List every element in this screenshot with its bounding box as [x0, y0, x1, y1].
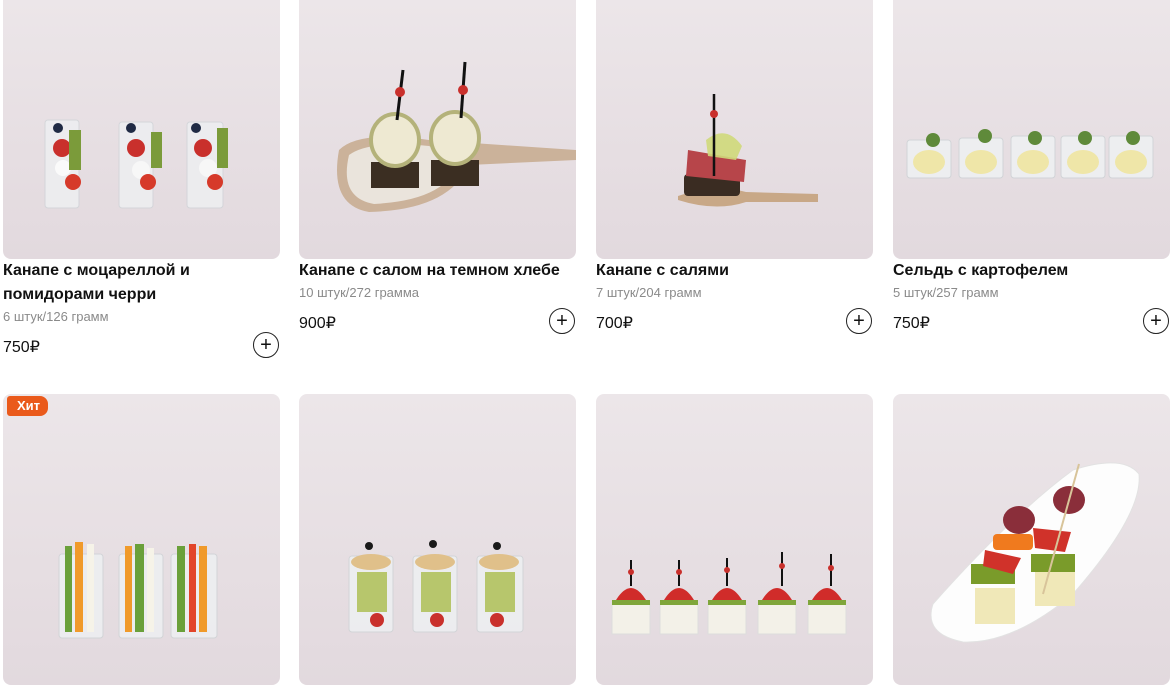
product-photo[interactable] [299, 394, 576, 685]
vegetable-sticks-image [58, 542, 218, 639]
product-title: Канапе с салями [596, 262, 729, 279]
strawberry-canape-image [611, 552, 847, 635]
plus-icon: + [556, 310, 568, 332]
product-price: 750₽ [3, 339, 40, 356]
product-photo[interactable] [596, 394, 873, 685]
product-card[interactable]: Сельдь с картофелем 5 штук/257 грамм 750… [893, 0, 1170, 338]
product-photo[interactable]: Хит [3, 394, 280, 685]
add-to-cart-button[interactable]: + [846, 308, 872, 334]
product-photo[interactable] [893, 0, 1170, 259]
product-card[interactable] [893, 394, 1170, 685]
plus-icon: + [260, 334, 272, 356]
product-card[interactable]: Хит [3, 394, 280, 685]
product-price: 900₽ [299, 315, 336, 332]
product-photo[interactable] [3, 0, 280, 259]
product-title: Канапе с моцареллой и помидорами черри [3, 262, 190, 303]
product-weight: 7 штук/204 грамм [596, 285, 702, 300]
product-weight: 5 штук/257 грамм [893, 285, 999, 300]
plus-icon: + [1150, 310, 1162, 332]
product-photo[interactable] [299, 0, 576, 259]
shrimp-cups-image [348, 540, 524, 633]
product-card[interactable]: Канапе с салом на темном хлебе 10 штук/2… [299, 0, 576, 338]
product-weight: 10 штук/272 грамма [299, 285, 420, 300]
hit-badge: Хит [7, 396, 49, 416]
canape-mozzarella-image [44, 119, 228, 209]
canape-salo-image [337, 61, 576, 212]
add-to-cart-button[interactable]: + [253, 332, 279, 358]
fruit-skewers-image [930, 462, 1140, 643]
add-to-cart-button[interactable]: + [549, 308, 575, 334]
add-to-cart-button[interactable]: + [1143, 308, 1169, 334]
plus-icon: + [853, 310, 865, 332]
product-card[interactable]: Канапе с салями 7 штук/204 грамм 700₽ + [596, 0, 873, 338]
herring-potato-image [906, 129, 1154, 179]
product-price: 750₽ [893, 315, 930, 332]
product-weight: 6 штук/126 грамм [3, 309, 109, 324]
canape-salami-image [678, 94, 818, 207]
product-title: Канапе с салом на темном хлебе [299, 262, 560, 279]
product-card[interactable] [299, 394, 576, 685]
product-card[interactable]: Канапе с моцареллой и помидорами черри 6… [3, 0, 280, 362]
product-photo[interactable] [893, 394, 1170, 685]
product-card[interactable] [596, 394, 873, 685]
product-title: Сельдь с картофелем [893, 262, 1069, 279]
product-price: 700₽ [596, 315, 633, 332]
product-photo[interactable] [596, 0, 873, 259]
